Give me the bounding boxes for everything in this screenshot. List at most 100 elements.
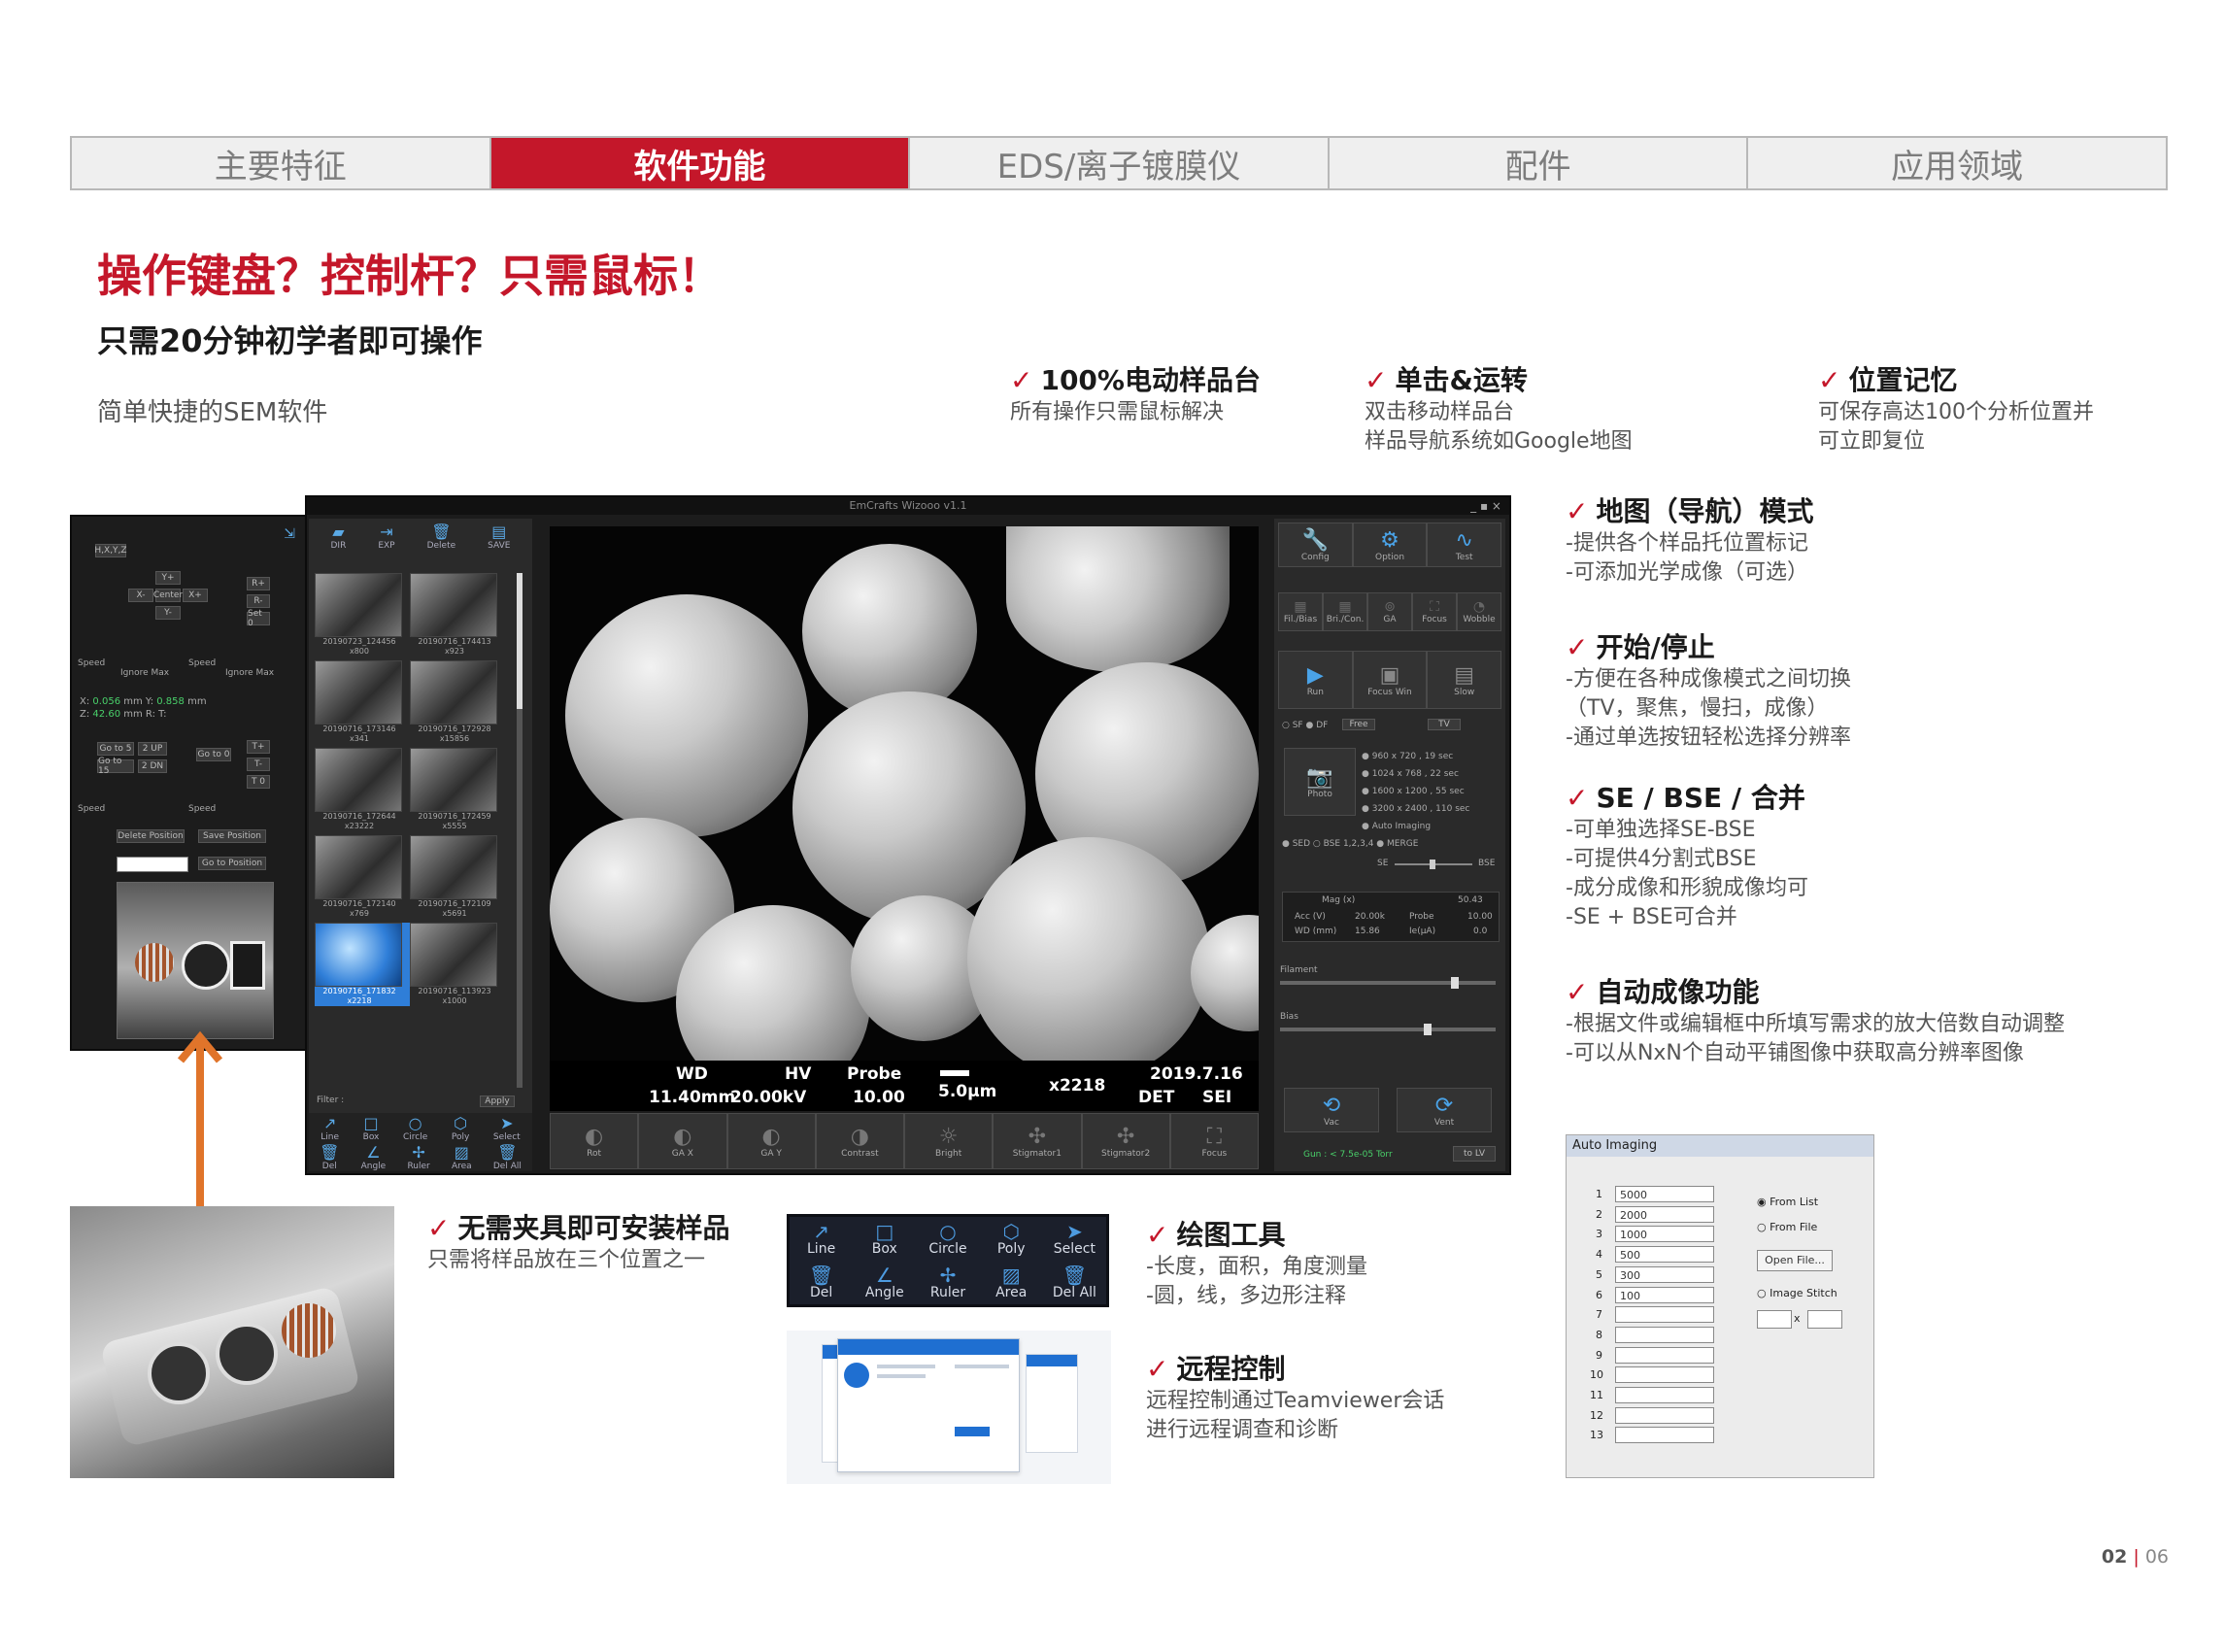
x-minus-button[interactable]: X-	[128, 589, 153, 602]
thumbnail[interactable]: 20190716_172459 x5555	[410, 748, 505, 831]
stitch-rows-input[interactable]	[1807, 1310, 1842, 1329]
magnification-input[interactable]: 5000	[1615, 1186, 1714, 1202]
magnification-input[interactable]	[1615, 1306, 1714, 1324]
center-button[interactable]: Center	[153, 589, 183, 602]
magnification-input[interactable]: 2000	[1615, 1205, 1714, 1223]
magnification-input[interactable]	[1615, 1346, 1714, 1364]
select-tool[interactable]: ➤ Select	[1043, 1217, 1106, 1261]
circle-tool[interactable]: ○ Circle	[916, 1217, 979, 1261]
line-tool[interactable]: ↗ Line	[320, 1114, 339, 1142]
contrast-knob[interactable]: ◑ Contrast	[815, 1113, 904, 1169]
t-plus-button[interactable]: T+	[247, 740, 270, 754]
test-button[interactable]: ∿ Test	[1427, 523, 1502, 567]
magnification-input[interactable]	[1615, 1326, 1714, 1343]
dir-button[interactable]: ▰ DIR	[330, 523, 346, 565]
resolution-option[interactable]: ● 1600 x 1200 , 55 sec	[1362, 783, 1469, 800]
vent-button[interactable]: ⟳ Vent	[1397, 1088, 1492, 1132]
open-file-button[interactable]: Open File...	[1757, 1250, 1833, 1271]
tab-applications[interactable]: 应用领域	[1748, 138, 2166, 188]
select-tool[interactable]: ➤ Select	[493, 1114, 521, 1142]
thumbnail[interactable]: 20190716_174413 x923	[410, 573, 505, 657]
y-minus-button[interactable]: Y-	[155, 606, 181, 620]
poly-tool[interactable]: ⬡ Poly	[980, 1217, 1043, 1261]
stigmator1-knob[interactable]: ✣ Stigmator1	[993, 1113, 1082, 1169]
filament-slider[interactable]	[1280, 977, 1496, 989]
from-file-radio[interactable]: ○ From File	[1757, 1221, 1817, 1233]
thumbnail-selected[interactable]: 20190716_171832 x2218	[315, 923, 410, 1006]
t-minus-button[interactable]: T-	[247, 758, 270, 771]
rotation-knob[interactable]: ◐ Rot	[550, 1113, 639, 1169]
resolution-option[interactable]: ● 1024 x 768 , 22 sec	[1362, 765, 1469, 783]
poly-tool[interactable]: ⬡ Poly	[452, 1114, 469, 1142]
from-list-radio[interactable]: ◉ From List	[1757, 1196, 1818, 1208]
two-up-button[interactable]: 2 UP	[138, 742, 167, 756]
go-to-position-button[interactable]: Go to Position	[198, 857, 266, 870]
magnification-input[interactable]	[1615, 1366, 1714, 1384]
to-lv-button[interactable]: to LV	[1453, 1146, 1496, 1162]
thumbnail-scrollbar[interactable]	[517, 573, 523, 1088]
collapse-icon[interactable]: ⇲	[284, 526, 295, 542]
stigmator2-knob[interactable]: ✣ Stigmator2	[1081, 1113, 1170, 1169]
magnification-input[interactable]: 1000	[1615, 1226, 1714, 1243]
magnification-input[interactable]: 500	[1615, 1246, 1714, 1264]
save-position-button[interactable]: Save Position	[198, 829, 266, 843]
ignore-max-checkbox[interactable]: Ignore Max	[120, 668, 169, 678]
export-button[interactable]: ⇥ EXP	[378, 523, 394, 565]
y-plus-button[interactable]: Y+	[155, 571, 181, 585]
ruler-tool[interactable]: ✢ Ruler	[916, 1261, 979, 1304]
thumbnail[interactable]: 20190723_124456 x800	[315, 573, 410, 657]
stitch-cols-input[interactable]	[1757, 1310, 1792, 1329]
ga-y-knob[interactable]: ◐ GA Y	[726, 1113, 816, 1169]
run-button[interactable]: ▶ Run	[1278, 651, 1353, 709]
apply-button[interactable]: Apply	[480, 1096, 515, 1107]
goto-0-button[interactable]: Go to 0	[196, 748, 231, 761]
t-zero-button[interactable]: T 0	[247, 775, 270, 789]
thumbnail[interactable]: 20190716_113923 x1000	[410, 923, 505, 1006]
focus-knob[interactable]: ⛶ Focus	[1169, 1113, 1259, 1169]
ignore-max-checkbox-2[interactable]: Ignore Max	[225, 668, 274, 678]
del-all-tool[interactable]: 🗑 Del All	[493, 1143, 522, 1171]
thumbnail[interactable]: 20190716_173146 x341	[315, 660, 410, 744]
image-stitch-radio[interactable]: ○ Image Stitch	[1757, 1287, 1837, 1299]
option-button[interactable]: ⚙ Option	[1352, 523, 1428, 567]
r-minus-button[interactable]: R-	[247, 594, 270, 608]
area-tool[interactable]: ▨ Area	[980, 1261, 1043, 1304]
x-plus-button[interactable]: X+	[183, 589, 208, 602]
tv-button[interactable]: TV	[1428, 719, 1461, 730]
area-tool[interactable]: ▨ Area	[452, 1143, 472, 1171]
two-dn-button[interactable]: 2 DN	[138, 759, 167, 773]
line-tool[interactable]: ↗ Line	[790, 1217, 853, 1261]
goto-5-button[interactable]: Go to 5	[97, 742, 134, 756]
vac-button[interactable]: ⟲ Vac	[1284, 1088, 1379, 1132]
resolution-option[interactable]: ● 3200 x 2400 , 110 sec	[1362, 800, 1469, 818]
window-controls-icon[interactable]: _ ▪ ×	[1470, 499, 1501, 513]
magnification-input[interactable]: 300	[1615, 1265, 1714, 1283]
delete-button[interactable]: 🗑 Delete	[427, 523, 456, 565]
magnification-input[interactable]	[1615, 1427, 1714, 1444]
resolution-option[interactable]: ● Auto Imaging	[1362, 818, 1469, 835]
se-bse-slider[interactable]	[1395, 860, 1472, 869]
thumbnail[interactable]: 20190716_172140 x769	[315, 835, 410, 919]
mode-button[interactable]: H,X,Y,Z	[94, 544, 127, 557]
magnification-input[interactable]	[1615, 1406, 1714, 1424]
bright-knob[interactable]: ☼ Bright	[904, 1113, 994, 1169]
wobble-button[interactable]: ◔ Wobble	[1457, 592, 1501, 631]
thumbnail[interactable]: 20190716_172928 x15856	[410, 660, 505, 744]
ga-button[interactable]: ⊚ GA	[1367, 592, 1412, 631]
tab-accessories[interactable]: 配件	[1330, 138, 1749, 188]
del-all-tool[interactable]: 🗑 Del All	[1043, 1261, 1106, 1304]
tab-eds[interactable]: EDS/离子镀膜仪	[910, 138, 1330, 188]
detector-selector[interactable]: ● SED ○ BSE 1,2,3,4 ● MERGE	[1282, 839, 1418, 849]
thumbnail[interactable]: 20190716_172109 x5691	[410, 835, 505, 919]
focus-button[interactable]: ⛶ Focus	[1412, 592, 1457, 631]
config-button[interactable]: 🔧 Config	[1278, 523, 1353, 567]
tab-software-functions[interactable]: 软件功能	[490, 138, 911, 188]
ruler-tool[interactable]: ✢ Ruler	[407, 1143, 429, 1171]
stage-navigation-image[interactable]	[117, 882, 274, 1039]
free-button[interactable]: Free	[1342, 719, 1375, 730]
box-tool[interactable]: □ Box	[363, 1114, 380, 1142]
connect-button[interactable]	[955, 1427, 990, 1436]
resolution-option[interactable]: ● 960 x 720 , 19 sec	[1362, 748, 1469, 765]
position-select[interactable]	[117, 857, 188, 872]
slow-button[interactable]: ▤ Slow	[1427, 651, 1502, 709]
